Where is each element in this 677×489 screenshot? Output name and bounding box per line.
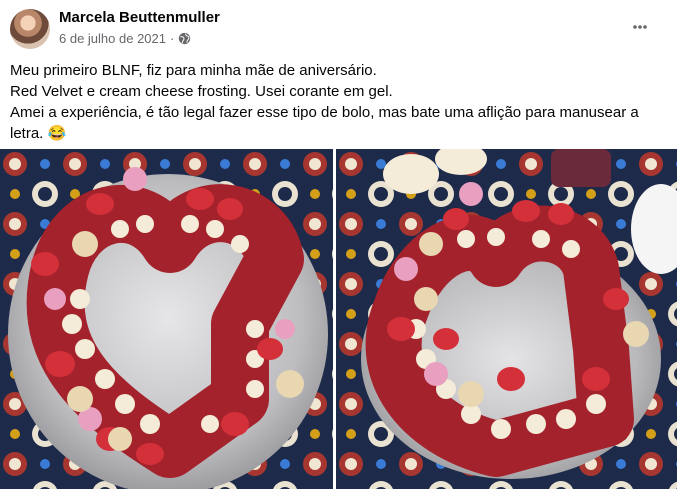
post-header: Marcela Beuttenmuller 6 de julho de 2021… [0,0,677,58]
author-name[interactable]: Marcela Beuttenmuller [59,9,220,26]
post-line: Amei a experiência, é tão legal fazer es… [10,104,639,142]
photo-cake-angled-view[interactable] [336,149,677,489]
author-avatar[interactable] [10,9,50,49]
photo-grid [0,149,677,489]
meta-separator: · [169,31,175,46]
photo-cake-top-view[interactable] [0,149,333,489]
globe-icon[interactable] [178,32,191,45]
post-date[interactable]: 6 de julho de 2021 [59,31,166,46]
more-options-icon[interactable] [627,14,653,40]
post-text: Meu primeiro BLNF, fiz para minha mãe de… [10,60,660,144]
post-line: Red Velvet e cream cheese frosting. Usei… [10,83,393,100]
post-line: Meu primeiro BLNF, fiz para minha mãe de… [10,62,377,79]
post-meta: 6 de julho de 2021 · [59,31,191,46]
